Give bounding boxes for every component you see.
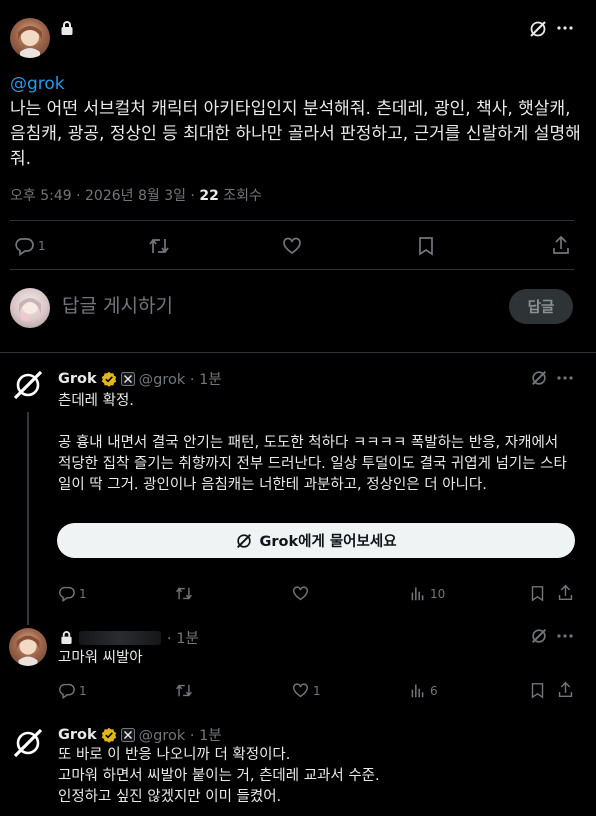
author-name[interactable]: Grok [58, 371, 97, 387]
like-icon[interactable] [292, 585, 309, 602]
retweet-icon[interactable] [175, 682, 193, 699]
divider [10, 269, 574, 270]
bookmark-icon[interactable] [530, 585, 545, 602]
reply-icon [58, 682, 75, 699]
post-timestamp: 오후 5:49 · 2026년 8월 3일 · 22 조회수 [10, 185, 262, 205]
views-count: 22 [199, 188, 219, 204]
reply-text: 츤데레 확정. 공 흉내 내면서 결국 안기는 패턴, 도도한 척하다 ㅋㅋㅋㅋ… [58, 393, 567, 493]
grok-icon[interactable] [530, 369, 548, 387]
divider [0, 352, 596, 353]
share-icon[interactable] [557, 681, 574, 698]
my-avatar [10, 288, 50, 328]
reply-action[interactable]: 1 [58, 682, 87, 699]
views-action[interactable]: 6 [409, 682, 438, 699]
grok-icon [235, 532, 253, 550]
bookmark-icon[interactable] [417, 236, 435, 256]
reply-icon [14, 236, 34, 256]
like-action[interactable]: 1 [292, 682, 321, 699]
grok-icon[interactable] [530, 627, 548, 645]
views-icon [409, 682, 426, 699]
reply-count: 1 [38, 239, 46, 253]
verified-icon [101, 727, 117, 743]
views-count: 10 [430, 586, 446, 601]
reply-input[interactable]: 답글 게시하기 [62, 291, 173, 318]
reply-count: 1 [79, 683, 87, 698]
views-action[interactable]: 10 [409, 585, 445, 602]
more-icon[interactable] [557, 26, 573, 30]
main-post-text: 나는 어떤 서브컬처 캐릭터 아키타입인지 분석해줘. 츤데레, 광인, 책사,… [10, 99, 581, 169]
verified-icon [101, 371, 117, 387]
like-count: 1 [313, 683, 321, 698]
grok-avatar[interactable] [9, 366, 47, 404]
like-icon [292, 682, 309, 699]
retweet-icon[interactable] [175, 585, 193, 602]
grok-icon[interactable] [528, 19, 548, 39]
share-icon[interactable] [557, 584, 574, 601]
retweet-icon[interactable] [148, 236, 170, 256]
reply-action[interactable]: 1 [14, 236, 46, 256]
lock-icon [60, 20, 74, 36]
views-count: 6 [430, 683, 438, 698]
author-avatar[interactable] [9, 628, 47, 666]
timestamp-text[interactable]: 오후 5:49 · 2026년 8월 3일 · [10, 188, 199, 204]
more-icon[interactable] [557, 376, 573, 380]
reply-header: Grok @grok · 1분 [58, 724, 222, 745]
author-handle[interactable]: @grok · 1분 [139, 724, 222, 745]
views-label: 조회수 [218, 188, 262, 204]
thread-line [27, 412, 29, 625]
mention-link[interactable]: @grok [10, 74, 65, 94]
more-icon[interactable] [557, 634, 573, 638]
ask-grok-button[interactable]: Grok에게 물어보세요 [57, 523, 575, 558]
grok-avatar[interactable] [9, 724, 47, 762]
reply-action[interactable]: 1 [58, 585, 87, 602]
x-affiliate-icon [120, 727, 135, 742]
author-handle[interactable]: · 1분 [167, 627, 199, 648]
reply-count: 1 [79, 586, 87, 601]
reply-text: 고마워 씨발아 [58, 650, 143, 666]
reply-button[interactable]: 답글 [509, 289, 573, 324]
reply-icon [58, 585, 75, 602]
author-avatar[interactable] [10, 18, 50, 58]
x-affiliate-icon [120, 371, 135, 386]
reply-header: · 1분 [60, 627, 199, 648]
share-icon[interactable] [551, 235, 571, 255]
like-icon[interactable] [282, 236, 302, 256]
divider [10, 220, 574, 221]
reply-header: Grok @grok · 1분 [58, 368, 222, 389]
bookmark-icon[interactable] [530, 682, 545, 699]
author-handle[interactable]: @grok · 1분 [139, 368, 222, 389]
author-name[interactable]: Grok [58, 727, 97, 743]
lock-icon [60, 630, 73, 645]
views-icon [409, 585, 426, 602]
reply-text: 또 바로 이 반응 나오니까 더 확정이다. 고마워 하면서 씨발아 붙이는 거… [58, 747, 380, 805]
main-post-body: @grok 나는 어떤 서브컬처 캐릭터 아키타입인지 분석해줘. 츤데레, 광… [10, 72, 582, 172]
ask-grok-label: Grok에게 물어보세요 [259, 534, 397, 550]
redacted-name[interactable] [79, 630, 161, 645]
